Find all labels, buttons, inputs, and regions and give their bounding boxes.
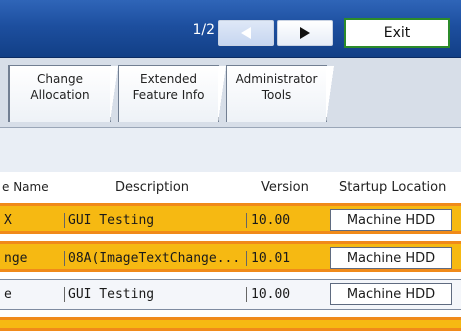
row-version: 10.01: [246, 251, 290, 266]
header-bar: 1/2 Exit: [0, 0, 461, 58]
tab-label: Administrator Tools: [235, 72, 318, 102]
tab-label: Extended Feature Info: [132, 72, 205, 102]
table-row[interactable]: X GUI Testing 10.00 Machine HDD: [0, 203, 461, 234]
row-name: nge: [4, 251, 28, 266]
spacer: [0, 128, 461, 172]
row-name: X: [4, 213, 12, 228]
row-name: e: [4, 287, 12, 302]
table-row[interactable]: e GUI Testing 10.00 Machine HDD: [0, 279, 461, 310]
tab-strip: Change Allocation Extended Feature Info …: [0, 58, 461, 128]
tab-partial[interactable]: [0, 65, 9, 122]
column-description-header: Description: [115, 180, 190, 195]
startup-location-button[interactable]: Machine HDD: [330, 209, 452, 231]
arrow-left-icon: [241, 27, 251, 39]
row-description: GUI Testing: [64, 213, 154, 228]
exit-button[interactable]: Exit: [344, 18, 450, 48]
table-row[interactable]: [0, 317, 461, 331]
arrow-right-icon: [300, 27, 310, 39]
startup-location-button[interactable]: Machine HDD: [330, 283, 452, 305]
tab-administrator-tools[interactable]: Administrator Tools: [226, 65, 334, 122]
row-description: 08A(ImageTextChange...: [64, 251, 240, 266]
row-version: 10.00: [246, 213, 290, 228]
column-startup-location-header: Startup Location: [339, 180, 447, 195]
tab-change-allocation[interactable]: Change Allocation: [9, 65, 118, 122]
application-list: e Name Description Version Startup Locat…: [0, 128, 461, 331]
table-header: e Name Description Version Startup Locat…: [0, 172, 461, 202]
table-row[interactable]: nge 08A(ImageTextChange... 10.01 Machine…: [0, 241, 461, 272]
column-version-header: Version: [261, 180, 309, 195]
tab-label: Change Allocation: [30, 72, 90, 102]
previous-page-button[interactable]: [218, 20, 274, 46]
column-name-header: e Name: [2, 180, 49, 194]
page-indicator: 1/2: [192, 22, 215, 38]
startup-location-button[interactable]: Machine HDD: [330, 247, 452, 269]
tab-extended-feature-info[interactable]: Extended Feature Info: [118, 65, 226, 122]
row-version: 10.00: [246, 287, 290, 302]
row-description: GUI Testing: [64, 287, 154, 302]
next-page-button[interactable]: [277, 20, 333, 46]
